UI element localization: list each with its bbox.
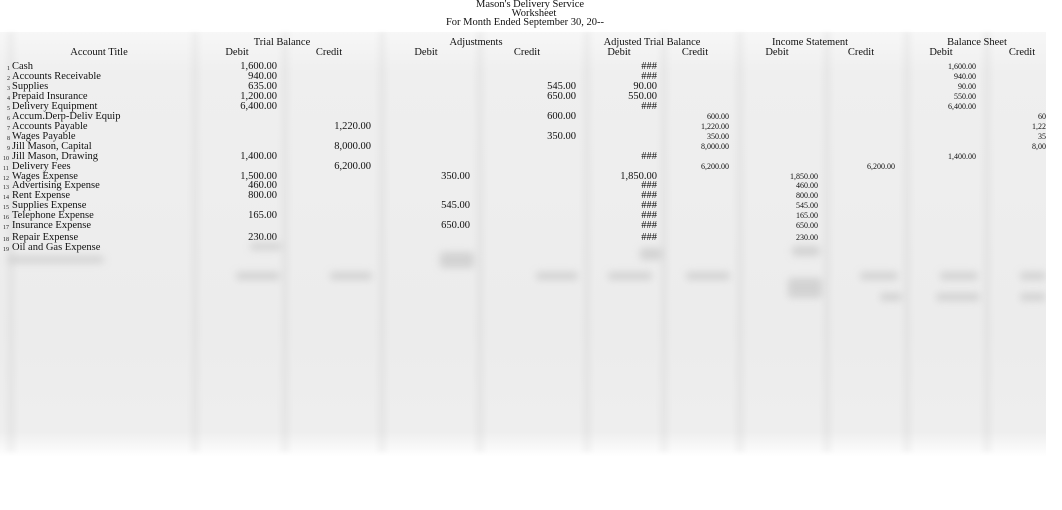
blurred-total [1020, 272, 1046, 280]
income-statement-debit-cell[interactable]: 165.00 [738, 211, 818, 220]
row-number: 14 [3, 195, 9, 201]
group-header-adjustments: Adjustments [449, 37, 503, 48]
row-number: 9 [7, 146, 10, 152]
blurred-total [330, 272, 372, 280]
subheader-debit: Debit [414, 47, 438, 58]
adjusted-trial-balance-credit-cell[interactable]: 8,000.00 [649, 142, 729, 151]
row-number: 2 [7, 76, 10, 82]
column-divider [375, 32, 389, 452]
income-statement-credit-cell[interactable]: 6,200.00 [815, 162, 895, 171]
column-divider [733, 32, 747, 452]
balance-sheet-debit-cell[interactable]: 90.00 [896, 82, 976, 91]
adjusted-trial-balance-debit-cell[interactable]: ### [577, 151, 657, 162]
adjusted-trial-balance-debit-cell[interactable]: ### [577, 101, 657, 112]
row-number: 1 [7, 66, 10, 72]
adjustments-credit-cell[interactable]: 350.00 [496, 131, 576, 142]
adjusted-trial-balance-debit-cell[interactable]: ### [577, 220, 657, 231]
row-number: 17 [3, 225, 9, 231]
row-number: 10 [3, 156, 9, 162]
page-edge [1046, 0, 1062, 510]
income-statement-debit-cell[interactable]: 650.00 [738, 221, 818, 230]
column-divider [820, 32, 834, 452]
account-title-header: Account Title [70, 47, 128, 58]
trial-balance-debit-cell[interactable]: 165.00 [197, 210, 277, 221]
adjusted-trial-balance-credit-cell[interactable]: 1,220.00 [649, 122, 729, 131]
blurred-text [250, 243, 282, 250]
trial-balance-credit-cell[interactable]: 6,200.00 [291, 161, 371, 172]
trial-balance-debit-cell[interactable]: 800.00 [197, 190, 277, 201]
blurred-total [792, 246, 820, 256]
group-header-trial-balance: Trial Balance [253, 37, 311, 48]
column-divider [980, 32, 994, 452]
adjustments-debit-cell[interactable]: 545.00 [390, 200, 470, 211]
balance-sheet-debit-cell[interactable]: 1,600.00 [896, 62, 976, 71]
blurred-total [788, 278, 822, 298]
period-label: For Month Ended September 30, 20-- [445, 17, 605, 28]
column-divider [657, 32, 671, 452]
blurred-text [8, 256, 104, 263]
subheader-debit: Debit [607, 47, 631, 58]
adjustments-credit-cell[interactable]: 650.00 [496, 91, 576, 102]
subheader-credit: Credit [315, 47, 343, 58]
row-number: 6 [7, 116, 10, 122]
balance-sheet-debit-cell[interactable]: 6,400.00 [896, 102, 976, 111]
account-title-cell[interactable]: Oil and Gas Expense [12, 242, 100, 253]
subheader-debit: Debit [929, 47, 953, 58]
blurred-total [440, 252, 474, 268]
subheader-credit: Credit [1008, 47, 1036, 58]
adjusted-trial-balance-debit-cell[interactable]: ### [577, 232, 657, 243]
account-title-cell[interactable]: Insurance Expense [12, 220, 91, 231]
row-number: 15 [3, 205, 9, 211]
balance-sheet-debit-cell[interactable]: 940.00 [896, 72, 976, 81]
income-statement-debit-cell[interactable]: 800.00 [738, 191, 818, 200]
subheader-credit: Credit [681, 47, 709, 58]
adjusted-trial-balance-credit-cell[interactable]: 350.00 [649, 132, 729, 141]
income-statement-debit-cell[interactable]: 545.00 [738, 201, 818, 210]
blurred-total [880, 293, 902, 301]
balance-sheet-debit-cell[interactable]: 550.00 [896, 92, 976, 101]
column-divider [278, 32, 292, 452]
subheader-debit: Debit [765, 47, 789, 58]
blurred-total [686, 272, 730, 280]
blurred-total [936, 293, 980, 301]
blurred-total [640, 248, 662, 260]
blurred-total [236, 272, 280, 280]
adjustments-credit-cell[interactable]: 600.00 [496, 111, 576, 122]
subheader-debit: Debit [225, 47, 249, 58]
row-number: 7 [7, 126, 10, 132]
adjusted-trial-balance-credit-cell[interactable]: 6,200.00 [649, 162, 729, 171]
balance-sheet-debit-cell[interactable]: 1,400.00 [896, 152, 976, 161]
trial-balance-debit-cell[interactable]: 230.00 [197, 232, 277, 243]
row-number: 4 [7, 96, 10, 102]
adjustments-debit-cell[interactable]: 650.00 [390, 220, 470, 231]
blurred-total [860, 272, 898, 280]
trial-balance-debit-cell[interactable]: 1,400.00 [197, 151, 277, 162]
subheader-credit: Credit [513, 47, 541, 58]
row-number: 3 [7, 86, 10, 92]
adjustments-debit-cell[interactable]: 350.00 [390, 171, 470, 182]
row-number: 13 [3, 185, 9, 191]
blurred-total [536, 272, 578, 280]
blurred-total [608, 272, 652, 280]
row-number: 16 [3, 215, 9, 221]
row-number: 19 [3, 247, 9, 253]
adjusted-trial-balance-credit-cell[interactable]: 600.00 [649, 112, 729, 121]
blurred-total [940, 272, 978, 280]
group-header-balance-sheet: Balance Sheet [947, 37, 1007, 48]
trial-balance-credit-cell[interactable]: 1,220.00 [291, 121, 371, 132]
row-number: 8 [7, 136, 10, 142]
trial-balance-debit-cell[interactable]: 6,400.00 [197, 101, 277, 112]
blurred-total [1020, 293, 1046, 301]
row-number: 12 [3, 176, 9, 182]
row-number: 5 [7, 106, 10, 112]
column-divider [473, 32, 487, 452]
row-number: 11 [3, 166, 9, 172]
income-statement-debit-cell[interactable]: 1,850.00 [738, 172, 818, 181]
row-number: 18 [3, 237, 9, 243]
income-statement-debit-cell[interactable]: 460.00 [738, 181, 818, 190]
trial-balance-credit-cell[interactable]: 8,000.00 [291, 141, 371, 152]
subheader-credit: Credit [847, 47, 875, 58]
income-statement-debit-cell[interactable]: 230.00 [738, 233, 818, 242]
